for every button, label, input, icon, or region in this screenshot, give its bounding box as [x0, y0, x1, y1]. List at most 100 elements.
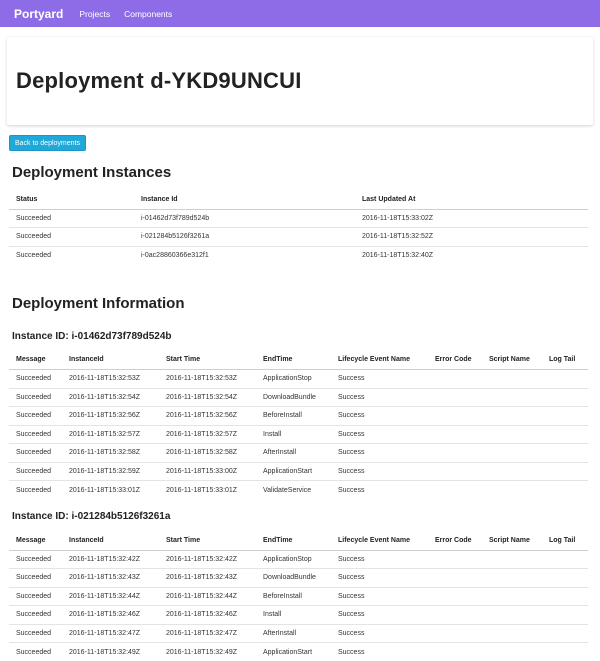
instances-heading: Deployment Instances [12, 164, 600, 181]
instance-title-2: Instance ID: i-021284b5126f3261a [12, 511, 600, 522]
table-row: Succeeded i-0ac28860366e312f1 2016-11-18… [9, 246, 588, 265]
column-header-script-name: Script Name [482, 531, 542, 550]
page-title: Deployment d-YKD9UNCUI [16, 68, 302, 94]
log-tail-cell [542, 407, 588, 426]
updated-at-cell: 2016-11-18T15:32:52Z [355, 228, 588, 247]
nav-link-components[interactable]: Components [124, 9, 172, 19]
events-header-row: Message InstanceId Start Time EndTime Li… [9, 351, 588, 370]
column-header-instanceid: InstanceId [62, 531, 159, 550]
error-code-cell [428, 370, 482, 389]
lifecycle-event-cell: Success [331, 425, 428, 444]
endtime-cell: Install [256, 425, 331, 444]
log-tail-cell [542, 569, 588, 588]
endtime-cell: ApplicationStart [256, 643, 331, 661]
message-cell: Succeeded [9, 481, 62, 500]
instanceid-cell: 2016-11-18T15:32:53Z [62, 370, 159, 389]
start-time-cell: 2016-11-18T15:32:43Z [159, 569, 256, 588]
column-header-instanceid: InstanceId [62, 351, 159, 370]
log-tail-cell [542, 481, 588, 500]
instance-title-1: Instance ID: i-01462d73f789d524b [12, 331, 600, 342]
table-row: Succeeded2016-11-18T15:32:54Z2016-11-18T… [9, 388, 588, 407]
message-cell: Succeeded [9, 587, 62, 606]
table-row: Succeeded2016-11-18T15:32:59Z2016-11-18T… [9, 462, 588, 481]
lifecycle-event-cell: Success [331, 550, 428, 569]
script-name-cell [482, 481, 542, 500]
start-time-cell: 2016-11-18T15:32:58Z [159, 444, 256, 463]
table-row: Succeeded i-021284b5126f3261a 2016-11-18… [9, 228, 588, 247]
log-tail-cell [542, 462, 588, 481]
script-name-cell [482, 624, 542, 643]
column-header-start-time: Start Time [159, 351, 256, 370]
instanceid-cell: 2016-11-18T15:32:42Z [62, 550, 159, 569]
error-code-cell [428, 643, 482, 661]
updated-at-cell: 2016-11-18T15:33:02Z [355, 209, 588, 228]
start-time-cell: 2016-11-18T15:32:57Z [159, 425, 256, 444]
back-to-deployments-button[interactable]: Back to deployments [9, 135, 86, 151]
endtime-cell: DownloadBundle [256, 388, 331, 407]
error-code-cell [428, 624, 482, 643]
endtime-cell: BeforeInstall [256, 587, 331, 606]
log-tail-cell [542, 587, 588, 606]
endtime-cell: ValidateService [256, 481, 331, 500]
log-tail-cell [542, 606, 588, 625]
table-row: Succeeded2016-11-18T15:32:49Z2016-11-18T… [9, 643, 588, 661]
table-row: Succeeded i-01462d73f789d524b 2016-11-18… [9, 209, 588, 228]
instanceid-cell: 2016-11-18T15:32:43Z [62, 569, 159, 588]
error-code-cell [428, 407, 482, 426]
instanceid-cell: 2016-11-18T15:32:46Z [62, 606, 159, 625]
log-tail-cell [542, 624, 588, 643]
lifecycle-event-cell: Success [331, 462, 428, 481]
column-header-message: Message [9, 531, 62, 550]
instanceid-cell: 2016-11-18T15:32:54Z [62, 388, 159, 407]
table-row: Succeeded2016-11-18T15:32:46Z2016-11-18T… [9, 606, 588, 625]
endtime-cell: Install [256, 606, 331, 625]
endtime-cell: AfterInstall [256, 444, 331, 463]
nav-link-projects[interactable]: Projects [79, 9, 110, 19]
lifecycle-event-cell: Success [331, 407, 428, 426]
message-cell: Succeeded [9, 407, 62, 426]
script-name-cell [482, 606, 542, 625]
instanceid-cell: 2016-11-18T15:32:56Z [62, 407, 159, 426]
table-row: Succeeded2016-11-18T15:32:56Z2016-11-18T… [9, 407, 588, 426]
script-name-cell [482, 462, 542, 481]
error-code-cell [428, 587, 482, 606]
lifecycle-event-cell: Success [331, 587, 428, 606]
endtime-cell: DownloadBundle [256, 569, 331, 588]
column-header-error-code: Error Code [428, 351, 482, 370]
lifecycle-event-cell: Success [331, 643, 428, 661]
table-row: Succeeded2016-11-18T15:32:57Z2016-11-18T… [9, 425, 588, 444]
table-row: Succeeded2016-11-18T15:32:44Z2016-11-18T… [9, 587, 588, 606]
lifecycle-event-cell: Success [331, 444, 428, 463]
start-time-cell: 2016-11-18T15:32:46Z [159, 606, 256, 625]
table-row: Succeeded2016-11-18T15:32:47Z2016-11-18T… [9, 624, 588, 643]
brand-link[interactable]: Portyard [14, 7, 63, 21]
instanceid-cell: 2016-11-18T15:32:58Z [62, 444, 159, 463]
message-cell: Succeeded [9, 370, 62, 389]
table-row: Succeeded2016-11-18T15:32:42Z2016-11-18T… [9, 550, 588, 569]
log-tail-cell [542, 444, 588, 463]
column-header-status: Status [9, 190, 134, 209]
column-header-log-tail: Log Tail [542, 531, 588, 550]
column-header-instance-id: Instance Id [134, 190, 355, 209]
error-code-cell [428, 550, 482, 569]
script-name-cell [482, 643, 542, 661]
start-time-cell: 2016-11-18T15:33:01Z [159, 481, 256, 500]
lifecycle-event-cell: Success [331, 481, 428, 500]
error-code-cell [428, 569, 482, 588]
instanceid-cell: 2016-11-18T15:32:57Z [62, 425, 159, 444]
column-header-lifecycle-event: Lifecycle Event Name [331, 531, 428, 550]
lifecycle-event-cell: Success [331, 388, 428, 407]
instances-table: Status Instance Id Last Updated At Succe… [9, 190, 588, 265]
error-code-cell [428, 425, 482, 444]
message-cell: Succeeded [9, 462, 62, 481]
page-header: Deployment d-YKD9UNCUI [7, 37, 593, 125]
script-name-cell [482, 425, 542, 444]
column-header-message: Message [9, 351, 62, 370]
message-cell: Succeeded [9, 444, 62, 463]
start-time-cell: 2016-11-18T15:33:00Z [159, 462, 256, 481]
message-cell: Succeeded [9, 550, 62, 569]
instanceid-cell: 2016-11-18T15:32:59Z [62, 462, 159, 481]
log-tail-cell [542, 643, 588, 661]
endtime-cell: ApplicationStop [256, 370, 331, 389]
error-code-cell [428, 481, 482, 500]
